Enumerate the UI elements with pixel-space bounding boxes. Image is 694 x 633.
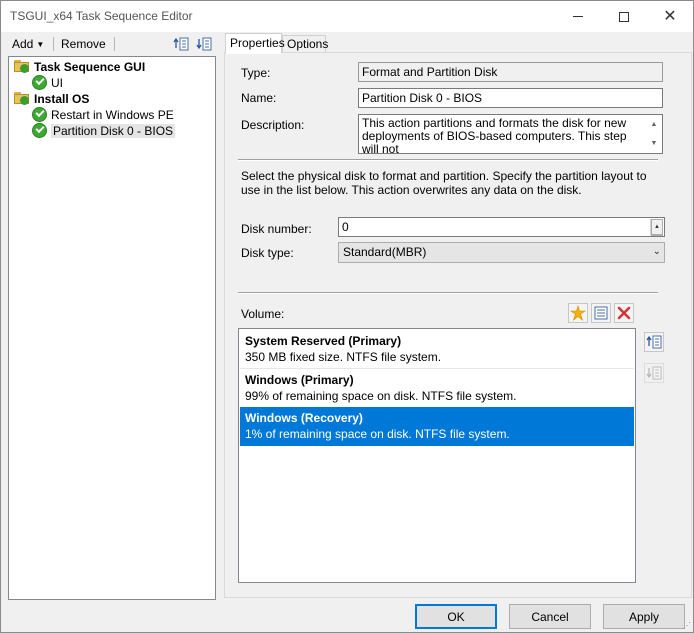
task-sequence-tree[interactable]: Task Sequence GUI UI Install OS Restart … xyxy=(8,56,216,600)
separator-line xyxy=(238,159,658,161)
list-item[interactable]: Windows (Recovery) 1% of remaining space… xyxy=(240,407,634,446)
delete-volume-button[interactable] xyxy=(614,303,634,323)
tree-group-task-sequence-gui[interactable]: Task Sequence GUI xyxy=(14,59,145,75)
scroll-down-icon[interactable]: ▼ xyxy=(651,137,658,150)
volume-detail: 1% of remaining space on disk. NTFS file… xyxy=(245,427,510,441)
description-text: This action partitions and formats the d… xyxy=(362,116,627,154)
apply-button[interactable]: Apply xyxy=(603,604,685,629)
task-sequence-editor-window: TSGUI_x64 Task Sequence Editor ✕ Add ▼ Re… xyxy=(0,0,694,633)
disk-type-select[interactable]: Standard(MBR) ⌄ xyxy=(338,242,665,263)
close-button[interactable]: ✕ xyxy=(647,1,693,32)
window-title: TSGUI_x64 Task Sequence Editor xyxy=(10,9,193,23)
remove-button[interactable]: Remove xyxy=(61,36,106,52)
volume-title: Windows (Primary) xyxy=(245,373,354,387)
tab-options[interactable]: Options xyxy=(282,35,328,53)
move-down-icon[interactable] xyxy=(196,36,212,52)
maximize-icon xyxy=(619,11,629,22)
maximize-button[interactable] xyxy=(601,1,647,32)
tree-step-ui[interactable]: UI xyxy=(32,75,63,91)
tree-node-label: Task Sequence GUI xyxy=(34,60,146,74)
tree-node-label: UI xyxy=(51,76,63,90)
instructions-text: Select the physical disk to format and p… xyxy=(241,169,647,197)
ok-button[interactable]: OK xyxy=(415,604,497,629)
volume-list[interactable]: System Reserved (Primary) 350 MB fixed s… xyxy=(238,328,636,583)
separator-line xyxy=(238,292,658,294)
title-bar: TSGUI_x64 Task Sequence Editor ✕ xyxy=(1,1,693,32)
disk-number-value: 0 xyxy=(342,220,349,234)
delete-x-icon xyxy=(617,306,631,320)
tree-step-restart-in-windows-pe[interactable]: Restart in Windows PE xyxy=(32,107,174,123)
move-volume-down-button[interactable] xyxy=(644,363,664,383)
toolbar-separator xyxy=(53,37,54,51)
disk-number-spinner[interactable]: ▲▼ xyxy=(650,219,663,236)
volume-title: System Reserved (Primary) xyxy=(245,334,402,348)
dropdown-arrow-icon: ▼ xyxy=(36,40,45,49)
new-volume-button[interactable] xyxy=(568,303,588,323)
success-check-icon xyxy=(32,107,47,122)
volume-properties-button[interactable] xyxy=(591,303,611,323)
minimize-icon xyxy=(573,16,583,17)
name-field[interactable]: Partition Disk 0 - BIOS xyxy=(358,88,663,108)
move-volume-up-button[interactable] xyxy=(644,332,664,352)
success-check-icon xyxy=(32,75,47,90)
name-label: Name: xyxy=(241,91,277,105)
tab-properties[interactable]: Properties xyxy=(225,33,285,54)
chevron-down-icon: ⌄ xyxy=(652,246,661,257)
resize-grip-icon[interactable]: ⋰ xyxy=(683,621,691,630)
minimize-button[interactable] xyxy=(555,1,601,32)
tree-node-label: Partition Disk 0 - BIOS xyxy=(51,124,176,138)
close-icon: ✕ xyxy=(663,7,677,25)
description-scrollbar[interactable]: ▲ ▼ xyxy=(646,115,662,153)
cancel-button[interactable]: Cancel xyxy=(509,604,591,629)
volume-label: Volume: xyxy=(241,307,285,321)
disk-number-label: Disk number: xyxy=(241,222,312,236)
volume-detail: 99% of remaining space on disk. NTFS fil… xyxy=(245,389,517,403)
description-label: Description: xyxy=(241,118,305,132)
success-check-icon xyxy=(32,123,47,138)
volume-title: Windows (Recovery) xyxy=(245,411,363,425)
folder-check-icon xyxy=(14,92,30,105)
new-star-icon xyxy=(570,305,586,321)
disk-type-value: Standard(MBR) xyxy=(343,245,427,259)
disk-number-input[interactable]: 0 ▲▼ xyxy=(338,217,665,237)
toolbar-separator xyxy=(114,37,115,51)
scroll-up-icon[interactable]: ▲ xyxy=(651,118,658,131)
list-item[interactable]: Windows (Primary) 99% of remaining space… xyxy=(240,369,634,408)
move-up-icon xyxy=(646,335,662,349)
spin-up-icon[interactable]: ▲ xyxy=(651,219,663,235)
type-field: Format and Partition Disk xyxy=(358,62,663,82)
spin-down-icon[interactable]: ▼ xyxy=(651,235,663,236)
tree-toolbar: Add ▼ Remove xyxy=(2,32,222,56)
tree-step-partition-disk[interactable]: Partition Disk 0 - BIOS xyxy=(32,123,176,139)
volume-detail: 350 MB fixed size. NTFS file system. xyxy=(245,350,442,364)
folder-check-icon xyxy=(14,60,30,73)
move-down-icon xyxy=(646,366,662,380)
list-item[interactable]: System Reserved (Primary) 350 MB fixed s… xyxy=(240,330,634,369)
properties-icon xyxy=(594,306,608,320)
disk-type-label: Disk type: xyxy=(241,246,294,260)
tree-node-label: Restart in Windows PE xyxy=(51,108,174,122)
type-label: Type: xyxy=(241,66,271,80)
add-label: Add xyxy=(12,37,34,51)
move-up-icon[interactable] xyxy=(173,36,189,52)
description-field[interactable]: This action partitions and formats the d… xyxy=(358,114,663,154)
tree-group-install-os[interactable]: Install OS xyxy=(14,91,89,107)
add-menu-button[interactable]: Add ▼ xyxy=(12,36,44,52)
tree-node-label: Install OS xyxy=(34,92,90,106)
